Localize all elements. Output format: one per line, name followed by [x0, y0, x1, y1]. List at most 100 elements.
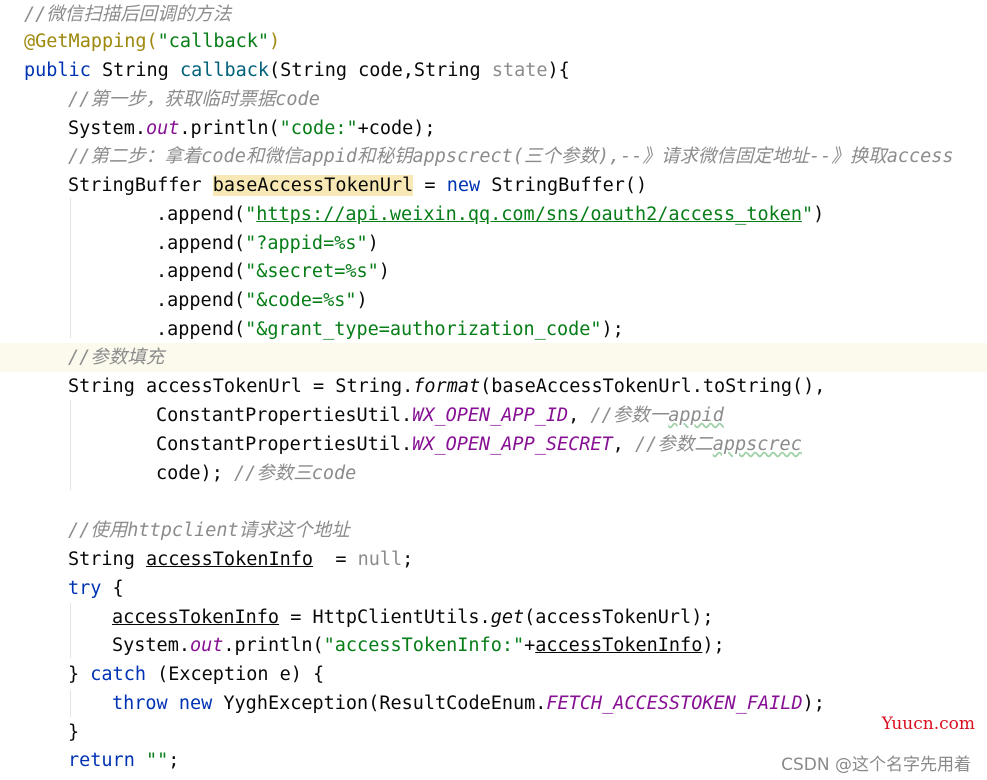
code-text: .append(: [156, 233, 246, 254]
code-text: }: [68, 722, 80, 743]
string-literal: "": [145, 750, 169, 771]
code-text: ConstantPropertiesUtil.: [156, 434, 413, 455]
string-literal: "code:": [279, 118, 358, 139]
code-line: //第二步：拿着code和微信appid和秘钥appscrect(三个参数),-…: [0, 142, 987, 171]
code-comment: //参数一: [590, 405, 669, 426]
code-text: (String code,String: [269, 60, 492, 81]
code-line: }: [0, 718, 987, 747]
variable: accessTokenInfo: [145, 549, 314, 570]
annotation-close: ): [269, 31, 281, 52]
code-text: ,: [568, 405, 591, 426]
code-text: = HttpClientUtils.: [279, 607, 491, 628]
code-line: System.out.println("accessTokenInfo:"+ac…: [0, 631, 987, 660]
code-line: //第一步，获取临时票据code: [0, 85, 987, 114]
static-field: out: [189, 635, 224, 656]
code-text: (accessTokenUrl);: [524, 607, 714, 628]
variable: accessTokenInfo: [535, 635, 703, 656]
code-text: ){: [547, 60, 570, 81]
code-text: }: [68, 664, 91, 685]
code-text: ;: [168, 750, 180, 771]
string-literal: "&secret=%s": [245, 261, 379, 282]
code-line: public String callback(String code,Strin…: [0, 56, 987, 85]
code-text: );: [802, 693, 825, 714]
string-literal: "?appid=%s": [245, 233, 368, 254]
static-method: format: [413, 376, 481, 397]
author-watermark: CSDN @这个名字先用着: [781, 755, 971, 775]
static-field: WX_OPEN_APP_SECRET: [412, 434, 613, 455]
code-text: ): [367, 233, 379, 254]
code-line: .append("?appid=%s"): [0, 229, 987, 258]
code-line: code); //参数三code: [0, 459, 987, 488]
static-field: FETCH_ACCESSTOKEN_FAILD: [546, 693, 803, 714]
keyword: return: [68, 750, 135, 771]
highlighted-variable[interactable]: baseAccessTokenUrl: [212, 175, 414, 196]
code-editor[interactable]: //微信扫描后回调的方法 @GetMapping("callback") pub…: [0, 0, 987, 780]
string-literal: "accessTokenInfo:": [323, 635, 525, 656]
code-line: String accessTokenUrl = String.format(ba…: [0, 372, 987, 401]
method-name: callback: [179, 60, 270, 81]
annotation: @GetMapping(: [24, 31, 158, 52]
code-text: );: [702, 635, 725, 656]
code-text: .append(: [156, 319, 246, 340]
static-method: get: [490, 607, 525, 628]
site-watermark: Yuucn.com: [881, 714, 975, 734]
code-text: .println(: [179, 118, 280, 139]
code-text: StringBuffer: [68, 175, 213, 196]
code-line: try {: [0, 574, 987, 603]
code-comment: //第一步，获取临时票据code: [68, 89, 320, 110]
string-literal: "&grant_type=authorization_code": [245, 319, 602, 340]
current-line: //参数填充: [0, 343, 987, 372]
code-text: ,: [612, 434, 635, 455]
code-line: String accessTokenInfo = null;: [0, 545, 987, 574]
code-text: System.: [68, 118, 146, 139]
code-text: (baseAccessTokenUrl.toString(),: [480, 376, 826, 397]
code-text: ;: [402, 549, 414, 570]
code-text: =: [313, 549, 358, 570]
code-text: .append(: [156, 290, 246, 311]
code-line: ConstantPropertiesUtil.WX_OPEN_APP_ID, /…: [0, 401, 987, 430]
code-text: String: [90, 60, 180, 81]
code-comment-typo: appid: [668, 405, 724, 426]
code-line: //微信扫描后回调的方法: [0, 0, 987, 29]
null-literal: null: [357, 549, 403, 570]
keyword: public: [24, 60, 91, 81]
code-text: System.: [112, 635, 190, 656]
code-text: =: [413, 175, 447, 196]
code-line: .append("&code=%s"): [0, 286, 987, 315]
code-line: } catch (Exception e) {: [0, 660, 987, 689]
code-text: ): [813, 204, 825, 225]
code-line: .append( "https://api.weixin.qq.com/sns/o…: [0, 200, 987, 229]
keyword: throw: [112, 693, 168, 714]
code-comment: //使用httpclient请求这个地址: [68, 520, 350, 541]
code-comment: //参数二: [634, 434, 713, 455]
variable: accessTokenInfo: [112, 607, 280, 628]
code-line: .append("&grant_type=authorization_code"…: [0, 315, 987, 344]
code-text: StringBuffer(): [480, 175, 648, 196]
code-line: .append("&secret=%s"): [0, 257, 987, 286]
url-link[interactable]: https://api.weixin.qq.com/sns/oauth2/acc…: [256, 204, 802, 225]
code-text: .println(: [223, 635, 324, 656]
code-text: YyghException(ResultCodeEnum.: [212, 693, 547, 714]
keyword: new: [178, 693, 213, 714]
code-comment-typo: appscrec: [712, 434, 802, 455]
string-literal: "&code=%s": [245, 290, 357, 311]
keyword: catch: [90, 664, 146, 685]
string-literal: "callback": [157, 31, 270, 52]
keyword: try: [68, 578, 102, 599]
code-line: @GetMapping("callback"): [0, 27, 987, 56]
unused-param: state: [491, 60, 548, 81]
code-line: ConstantPropertiesUtil.WX_OPEN_APP_SECRE…: [0, 430, 987, 459]
static-field: out: [145, 118, 180, 139]
keyword: new: [446, 175, 481, 196]
code-line: System.out.println("code:"+code);: [0, 114, 987, 143]
code-comment: //参数填充: [68, 347, 165, 368]
code-line: StringBuffer baseAccessTokenUrl = new St…: [0, 171, 987, 200]
code-text: ): [356, 290, 368, 311]
code-text: +: [524, 635, 536, 656]
code-text: ): [378, 261, 390, 282]
code-comment: //参数三code: [233, 463, 357, 484]
code-comment: //第二步：拿着code和微信appid和秘钥appscrect(三个参数),-…: [68, 146, 954, 167]
string-quote: ": [802, 204, 814, 225]
code-text: .append(: [156, 204, 246, 225]
